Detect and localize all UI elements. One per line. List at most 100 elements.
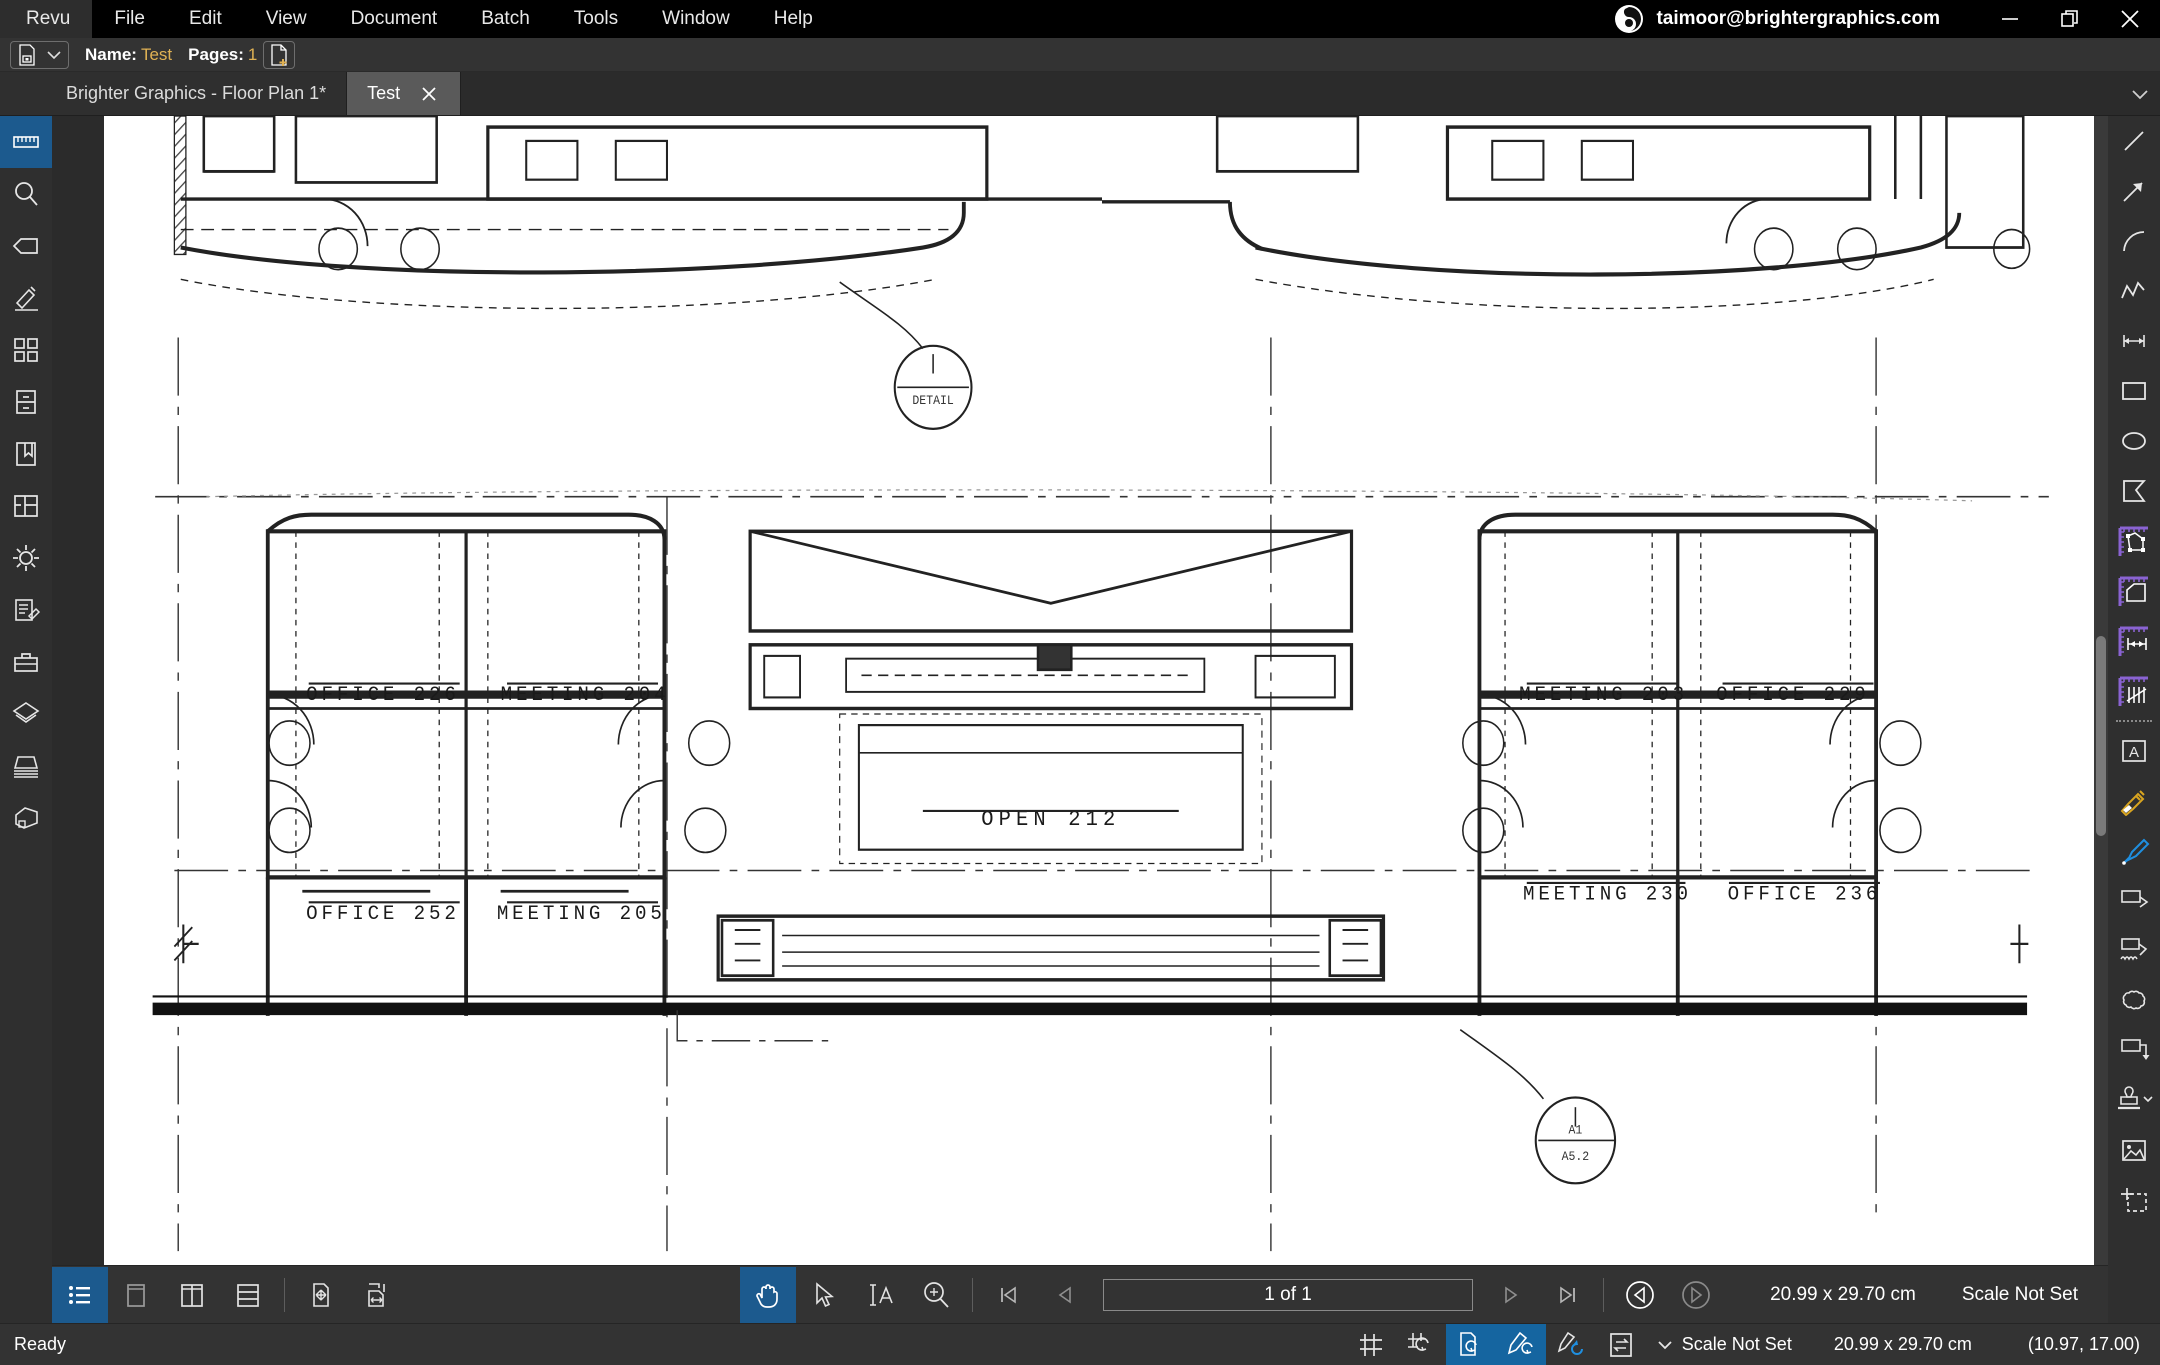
select-tool-button[interactable] — [796, 1267, 852, 1323]
tab-test[interactable]: Test — [347, 72, 462, 115]
pdf-page-canvas[interactable]: DETAIL OFFICE 226 MEETING 204 OFFICE 252… — [104, 116, 2100, 1265]
tab-floor-plan-1[interactable]: Brighter Graphics - Floor Plan 1* — [0, 72, 348, 115]
tool-stamp[interactable] — [2108, 1076, 2160, 1126]
menu-item-batch[interactable]: Batch — [459, 0, 552, 38]
tool-arc[interactable] — [2108, 216, 2160, 266]
tool-measure-area[interactable] — [2108, 516, 2160, 566]
fit-width-button[interactable] — [349, 1267, 405, 1323]
scale-label[interactable]: Scale Not Set — [1962, 1284, 2078, 1306]
tool-callout-arrow[interactable] — [2108, 1026, 2160, 1076]
tool-pen[interactable] — [2108, 826, 2160, 876]
thumbnails-grid-icon — [14, 338, 38, 362]
sidebar-item-search[interactable] — [0, 168, 52, 220]
sidebar-item-tool-chest[interactable] — [0, 636, 52, 688]
menu-item-file[interactable]: File — [92, 0, 167, 38]
scrollbar-thumb[interactable] — [2096, 636, 2106, 836]
last-page-icon — [1560, 1285, 1575, 1304]
tool-arrow[interactable] — [2108, 166, 2160, 216]
prev-page-button[interactable] — [1037, 1267, 1093, 1323]
zoom-tool-button[interactable] — [908, 1267, 964, 1323]
tool-measure-perimeter[interactable] — [2108, 566, 2160, 616]
sidebar-item-thumbnails[interactable] — [0, 324, 52, 376]
sidebar-item-3d-model[interactable] — [0, 792, 52, 844]
page-number-field[interactable]: 1 of 1 — [1103, 1278, 1474, 1311]
sidebar-item-stamps[interactable] — [0, 740, 52, 792]
snap-to-content-button[interactable] — [1445, 1323, 1496, 1365]
menu-item-window[interactable]: Window — [640, 0, 752, 38]
status-scale-label[interactable]: Scale Not Set — [1682, 1334, 1792, 1355]
text-select-tool-button[interactable] — [852, 1267, 908, 1323]
snap-to-grid-icon — [1407, 1332, 1429, 1351]
sidebar-item-file-access[interactable] — [0, 376, 52, 428]
tool-polyline[interactable] — [2108, 266, 2160, 316]
account-email-label[interactable]: taimoor@brightergraphics.com — [1656, 8, 1940, 30]
tab-overflow-button[interactable] — [2120, 72, 2160, 115]
single-page-view-button[interactable] — [108, 1267, 164, 1323]
close-button[interactable] — [2100, 0, 2160, 38]
chevron-down-icon[interactable] — [43, 50, 68, 60]
sidebar-item-tags[interactable] — [0, 220, 52, 272]
pen-icon — [2122, 838, 2150, 865]
sync-button[interactable] — [1596, 1324, 1646, 1365]
menu-item-help[interactable]: Help — [752, 0, 835, 38]
sidebar-item-forms[interactable] — [0, 584, 52, 636]
tool-rectangle[interactable] — [2108, 366, 2160, 416]
next-page-button[interactable] — [1483, 1267, 1539, 1323]
first-page-button[interactable] — [981, 1267, 1037, 1323]
sidebar-item-layers[interactable] — [0, 688, 52, 740]
menu-item-edit[interactable]: Edit — [167, 0, 244, 38]
minimize-button[interactable] — [1980, 0, 2040, 38]
pan-tool-button[interactable] — [740, 1266, 797, 1323]
form-edit-icon — [15, 599, 41, 621]
prev-page-icon — [1058, 1285, 1071, 1304]
tool-line[interactable] — [2108, 116, 2160, 166]
split-horizontal-view-button[interactable] — [220, 1267, 276, 1323]
menu-item-revu[interactable]: Revu — [0, 0, 93, 38]
tool-polygon[interactable] — [2108, 466, 2160, 516]
panels-toggle-button[interactable] — [52, 1266, 108, 1323]
tool-dimension[interactable] — [2108, 316, 2160, 366]
tool-squiggly[interactable] — [2108, 926, 2160, 976]
tool-highlighter[interactable] — [2108, 776, 2160, 826]
stamp-tray-icon — [13, 756, 39, 778]
sidebar-item-markups[interactable] — [0, 272, 52, 324]
snap-to-markup-button[interactable] — [1495, 1323, 1546, 1365]
fit-page-button[interactable] — [293, 1267, 349, 1323]
sidebar-item-spaces[interactable] — [0, 480, 52, 532]
sidebar-item-bookmarks[interactable] — [0, 428, 52, 480]
split-vertical-view-button[interactable] — [164, 1267, 220, 1323]
history-forward-button[interactable] — [1668, 1267, 1724, 1323]
chevron-down-icon[interactable] — [1656, 1339, 1674, 1351]
tab-label: Test — [367, 83, 401, 103]
tool-image[interactable] — [2108, 1126, 2160, 1176]
menu-item-tools[interactable]: Tools — [552, 0, 640, 38]
tool-callout[interactable] — [2108, 876, 2160, 926]
search-icon — [15, 182, 38, 206]
menu-item-document[interactable]: Document — [329, 0, 460, 38]
document-properties-button[interactable] — [10, 40, 69, 69]
reset-rotation-button[interactable] — [1546, 1324, 1596, 1365]
tool-measure-length[interactable] — [2108, 616, 2160, 666]
tool-text-box[interactable]: A — [2108, 726, 2160, 776]
split-vertical-icon — [181, 1283, 203, 1307]
tool-ellipse[interactable] — [2108, 416, 2160, 466]
close-icon[interactable] — [418, 83, 440, 105]
sidebar-item-properties[interactable] — [0, 532, 52, 584]
document-viewport[interactable]: DETAIL OFFICE 226 MEETING 204 OFFICE 252… — [52, 116, 2108, 1265]
sidebar-item-measurements[interactable] — [0, 116, 52, 168]
last-page-button[interactable] — [1539, 1267, 1595, 1323]
vertical-scrollbar[interactable] — [2094, 116, 2108, 1265]
document-name-meta: Name: Test — [85, 45, 172, 65]
snap-to-grid-button[interactable] — [1396, 1324, 1446, 1365]
menu-item-view[interactable]: View — [244, 0, 329, 38]
restore-button[interactable] — [2040, 0, 2100, 38]
right-tool-rail: A — [2108, 116, 2160, 1323]
add-page-button[interactable] — [263, 40, 296, 69]
status-bar-right: Scale Not Set 20.99 x 29.70 cm (10.97, 1… — [1346, 1323, 2160, 1365]
tool-cloud[interactable] — [2108, 976, 2160, 1026]
grid-toggle-button[interactable] — [1346, 1324, 1396, 1365]
text-box-icon: A — [2122, 740, 2146, 762]
tool-snapshot[interactable] — [2108, 1176, 2160, 1226]
history-back-button[interactable] — [1612, 1267, 1668, 1323]
tool-measure-count[interactable] — [2108, 666, 2160, 716]
